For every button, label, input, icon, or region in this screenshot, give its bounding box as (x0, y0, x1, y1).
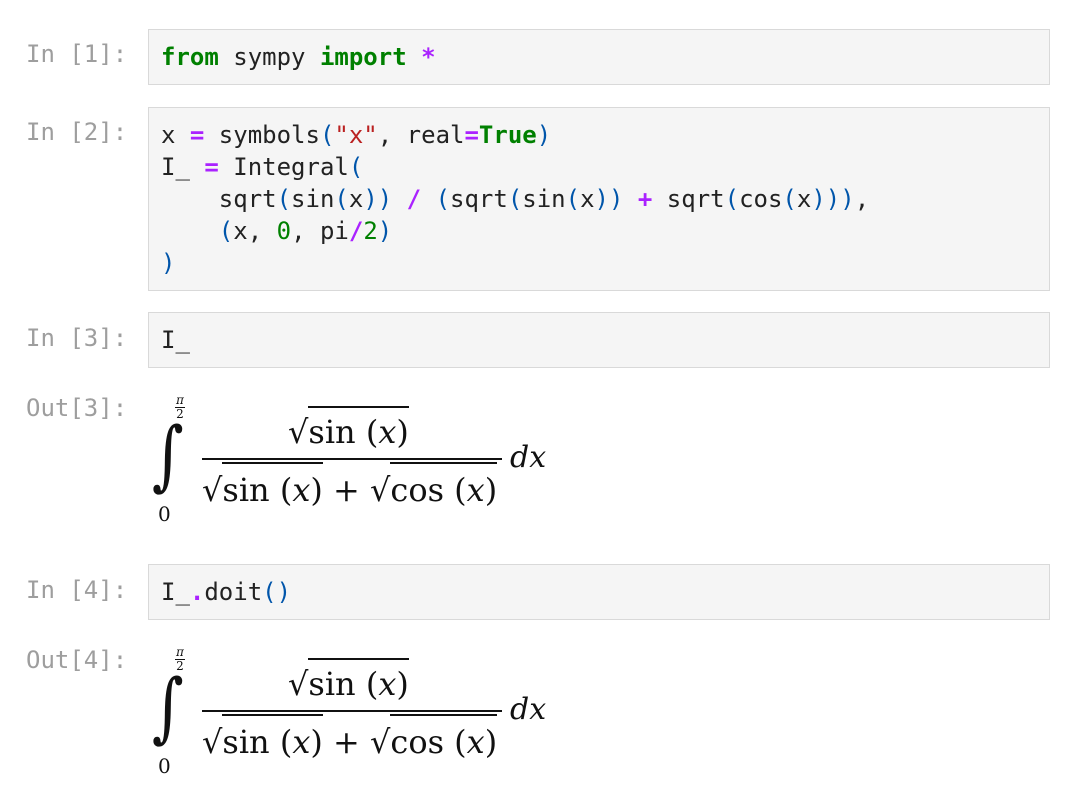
cell-3-input[interactable]: I_ (148, 312, 1050, 368)
code-line: I_ = Integral( (161, 151, 869, 183)
code-token: ) (161, 249, 176, 277)
differential: dx (510, 692, 547, 727)
code-line: I_.doit() (161, 576, 291, 608)
code-token: () (262, 578, 292, 606)
code-line: from sympy import * (161, 41, 436, 73)
code-token: = (464, 121, 479, 149)
code-token: I_ (161, 578, 190, 606)
code-token: x, (233, 217, 277, 245)
code-token: cos (739, 185, 783, 213)
cell-4-input[interactable]: I_.doit() (148, 564, 1050, 620)
numerator: √sin (x) (288, 406, 409, 454)
code-token: I_ (161, 153, 205, 181)
code-token: 2 (363, 217, 378, 245)
denominator: √sin (x) + √cos (x) (202, 714, 498, 766)
code-token: = (189, 121, 205, 149)
out-3-prompt: Out[3]: (26, 394, 128, 422)
code-token: ( (319, 121, 335, 149)
code-token: sqrt (652, 185, 725, 213)
code-token: 0 (276, 217, 292, 245)
cell-1-input[interactable]: from sympy import * (148, 29, 1050, 85)
code-line: ) (161, 247, 869, 279)
out-4-math: π 2 ∫ 0 √sin (x) √sin (x) + √cos (x) dx (150, 646, 570, 786)
code-token: x (348, 185, 364, 213)
fraction-bar (202, 710, 502, 712)
code-token: / (406, 185, 422, 213)
code-token: ) (536, 121, 552, 149)
cell-2-prompt: In [2]: (26, 118, 128, 146)
cell-3-prompt: In [3]: (26, 324, 128, 352)
cell-4-code: I_.doit() (161, 576, 291, 608)
fraction-bar (202, 458, 502, 460)
code-token: x (161, 121, 190, 149)
code-token: sin (291, 185, 335, 213)
code-token: ( (724, 185, 740, 213)
code-token: , real (377, 121, 465, 149)
denominator: √sin (x) + √cos (x) (202, 462, 498, 514)
cell-1-code: from sympy import * (161, 41, 436, 73)
lower-limit: 0 (158, 754, 171, 778)
code-token: , pi (291, 217, 349, 245)
cell-1-prompt: In [1]: (26, 40, 128, 68)
code-token: doit (204, 578, 263, 606)
code-token: sqrt (450, 185, 508, 213)
code-token: "x" (334, 121, 378, 149)
code-token: sin (522, 185, 566, 213)
cell-2-code: x = symbols("x", real=True) I_ = Integral… (161, 119, 869, 279)
integral-sign: ∫ (152, 662, 184, 751)
code-token: ))) (811, 185, 855, 213)
code-token: import (319, 43, 407, 71)
code-token: sqrt (161, 185, 277, 213)
code-token: + (637, 185, 653, 213)
code-token: ( (276, 185, 292, 213)
code-token: symbols (204, 121, 320, 149)
code-token: x (796, 185, 812, 213)
differential: dx (510, 440, 547, 475)
code-token: Integral (218, 153, 349, 181)
code-token: from (161, 43, 219, 71)
code-token: )) (363, 185, 393, 213)
code-token: ( (565, 185, 581, 213)
code-line: I_ (161, 324, 190, 356)
code-token: x (580, 185, 595, 213)
numerator: √sin (x) (288, 658, 409, 706)
code-token: / (348, 217, 364, 245)
code-token: , (854, 185, 870, 213)
code-token: ) (377, 217, 393, 245)
code-token: sympy (218, 43, 320, 71)
upper-limit-num: π (176, 393, 184, 407)
code-token: ( (348, 153, 364, 181)
code-token: . (189, 578, 205, 606)
cell-3-code: I_ (161, 324, 190, 356)
out-4-prompt: Out[4]: (26, 646, 128, 674)
cell-4-prompt: In [4]: (26, 576, 128, 604)
code-token: ( (507, 185, 523, 213)
code-token: * (421, 43, 436, 71)
code-token: I_ (161, 326, 190, 354)
code-token: ( (435, 185, 451, 213)
upper-limit-num: π (176, 645, 184, 659)
code-token: True (478, 121, 537, 149)
lower-limit: 0 (158, 502, 171, 526)
code-token: ( (218, 217, 234, 245)
code-line: x = symbols("x", real=True) (161, 119, 869, 151)
code-token: ( (782, 185, 797, 213)
code-token: )) (594, 185, 624, 213)
integral-sign: ∫ (152, 410, 184, 499)
code-line: sqrt(sin(x)) / (sqrt(sin(x)) + sqrt(cos(… (161, 183, 869, 215)
code-token: ( (334, 185, 349, 213)
code-line: (x, 0, pi/2) (161, 215, 869, 247)
out-3-math: π 2 ∫ 0 √sin (x) √sin (x) + √cos (x) dx (150, 394, 570, 534)
code-token: = (204, 153, 219, 181)
cell-2-input[interactable]: x = symbols("x", real=True) I_ = Integral… (148, 107, 1050, 291)
